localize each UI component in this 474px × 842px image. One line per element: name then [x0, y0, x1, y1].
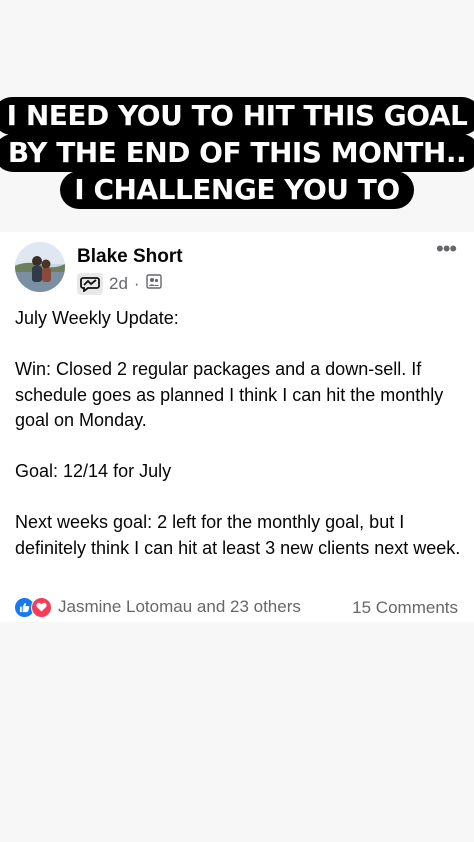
post-paragraph: Win: Closed 2 regular packages and a dow…	[15, 359, 444, 430]
reaction-names[interactable]: Jasmine Lotomau and 23 others	[58, 597, 301, 617]
caption-line: BY THE END OF THIS MONTH..	[0, 134, 474, 172]
chat-badge-icon	[77, 273, 103, 295]
caption-line: I NEED YOU TO HIT THIS GOAL	[0, 97, 474, 135]
meta-separator: ·	[133, 274, 140, 293]
post-card: Blake Short 2d · ••• July Weekly Update:…	[0, 232, 474, 622]
story-caption: I NEED YOU TO HIT THIS GOAL BY THE END O…	[0, 97, 474, 209]
post-body: July Weekly Update: Win: Closed 2 regula…	[15, 306, 465, 561]
avatar[interactable]	[15, 242, 65, 292]
post-paragraph: Goal: 12/14 for July	[15, 461, 172, 481]
reaction-summary[interactable]: Jasmine Lotomau and 23 others	[14, 596, 301, 618]
love-icon	[31, 596, 52, 618]
post-meta: 2d ·	[77, 272, 162, 296]
comments-count[interactable]: 15 Comments	[352, 598, 458, 618]
caption-line: I CHALLENGE YOU TO	[60, 171, 414, 209]
more-options-button[interactable]: •••	[436, 238, 457, 260]
group-icon	[145, 274, 162, 294]
post-paragraph: July Weekly Update:	[15, 308, 179, 328]
post-time[interactable]: 2d	[109, 274, 128, 294]
author-name[interactable]: Blake Short	[77, 246, 183, 268]
post-paragraph: Next weeks goal: 2 left for the monthly …	[15, 512, 461, 558]
